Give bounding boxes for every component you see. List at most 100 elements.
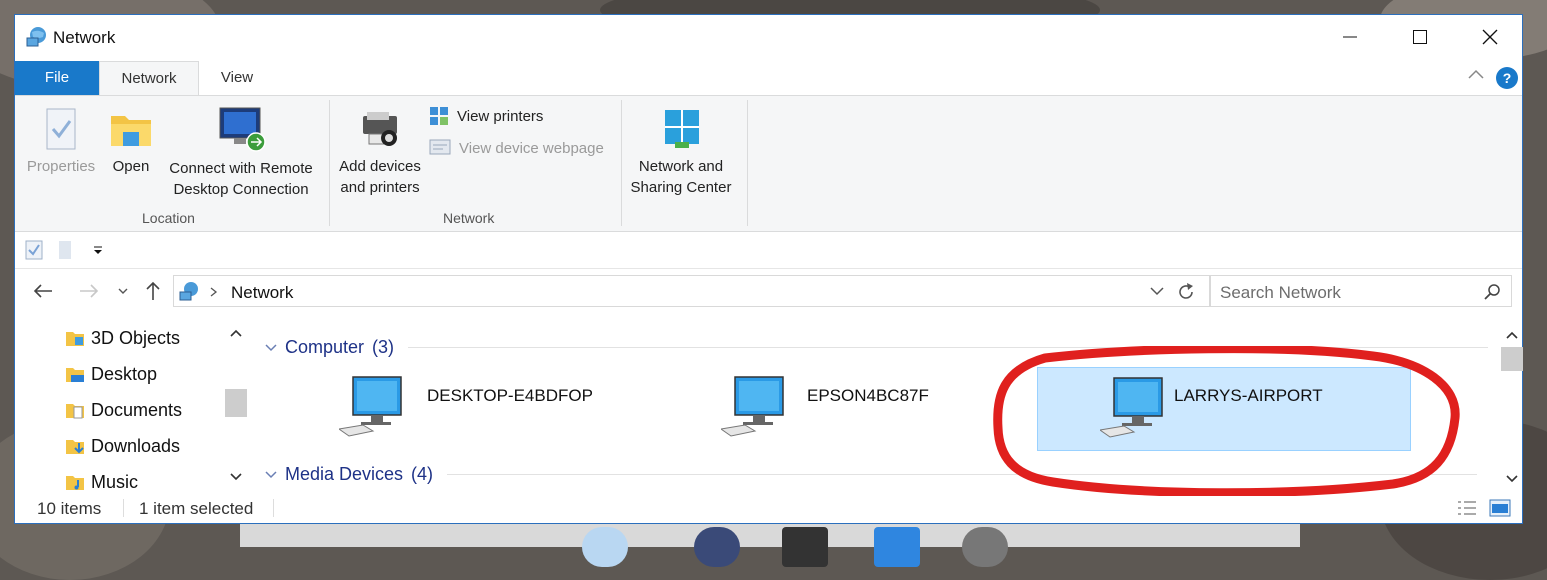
group-separator — [621, 100, 622, 226]
title-bar[interactable]: Network — [15, 15, 1522, 61]
breadcrumb-chevron-icon[interactable] — [210, 287, 218, 297]
content-pane: Computer (3) DESKTOP-E4BDFOP EPSON4BC87F… — [251, 319, 1501, 493]
gear-icon[interactable] — [962, 527, 1008, 567]
nav-item-label: Downloads — [91, 435, 181, 456]
remote-desktop-button[interactable]: Connect with Remote Desktop Connection — [165, 106, 317, 200]
recent-locations-icon[interactable] — [118, 288, 128, 295]
up-arrow-icon[interactable] — [145, 281, 161, 301]
network-group-label: Network — [443, 210, 495, 226]
remote-desktop-icon — [219, 107, 266, 152]
network-sharing-center-button[interactable]: Network and Sharing Center — [625, 108, 737, 198]
content-scrollbar[interactable] — [1501, 319, 1523, 493]
wifi-settings-icon[interactable] — [874, 527, 920, 567]
nav-item-desktop[interactable]: Desktop — [65, 359, 157, 389]
downloads-folder-icon — [66, 440, 84, 454]
add-devices-button[interactable]: Add devices and printers — [335, 110, 425, 198]
add-devices-line1: Add devices — [339, 158, 421, 175]
qat-customize-icon[interactable] — [93, 245, 103, 255]
remote-label-line1: Connect with Remote — [169, 160, 313, 177]
details-view-icon[interactable] — [1457, 499, 1477, 517]
group-name: Media Devices — [285, 464, 404, 484]
nav-item-downloads[interactable]: Downloads — [65, 431, 180, 461]
minimize-button[interactable] — [1315, 15, 1385, 59]
wifi-icon[interactable] — [582, 527, 628, 567]
status-bar: 10 items 1 item selected — [15, 493, 1522, 523]
nav-item-3d-objects[interactable]: 3D Objects — [65, 323, 180, 353]
content-scroll-thumb[interactable] — [1501, 347, 1523, 371]
status-separator — [273, 499, 274, 517]
group-header-media-devices[interactable]: Media Devices (4) — [265, 464, 1478, 485]
selection-count: 1 item selected — [139, 499, 254, 518]
printer-camera-icon — [363, 112, 397, 146]
group-count: (3) — [372, 337, 395, 357]
qat-properties-icon[interactable] — [25, 240, 43, 260]
scroll-down-icon[interactable] — [230, 473, 242, 481]
close-icon — [1482, 29, 1498, 45]
maximize-button[interactable] — [1385, 15, 1455, 59]
group-count: (4) — [411, 464, 434, 484]
computer-icon — [1100, 377, 1163, 438]
tab-network[interactable]: Network — [99, 61, 199, 95]
view-printers-button[interactable]: View printers — [429, 106, 543, 126]
nav-scrollbar[interactable] — [225, 319, 247, 491]
address-bar[interactable]: Network — [173, 275, 1211, 307]
quick-access-toolbar — [15, 232, 1522, 269]
breadcrumb-network[interactable]: Network — [231, 283, 293, 303]
3d-objects-folder-icon — [66, 332, 84, 346]
printers-icon — [430, 107, 448, 125]
scroll-up-icon[interactable] — [1506, 331, 1518, 339]
group-separator — [329, 100, 330, 226]
scroll-down-icon[interactable] — [1506, 475, 1518, 483]
tab-file[interactable]: File — [15, 61, 99, 95]
chevron-down-icon — [265, 343, 277, 351]
globe-icon[interactable] — [694, 527, 740, 567]
search-icon[interactable] — [1484, 284, 1500, 300]
scroll-up-icon[interactable] — [230, 329, 242, 337]
desktop-folder-icon — [66, 368, 84, 382]
open-label: Open — [112, 158, 150, 175]
explorer-window: Network File Network View ? Properties O… — [14, 14, 1523, 524]
window-title: Network — [53, 28, 116, 47]
computer-item-selected[interactable]: LARRYS-AIRPORT — [1037, 367, 1411, 451]
location-group-label: Location — [142, 210, 195, 226]
navigation-pane: 3D Objects Desktop Documents Downloads M… — [15, 319, 251, 493]
printer-icon[interactable] — [782, 527, 828, 567]
add-devices-line2: and printers — [340, 179, 420, 196]
view-device-webpage-label: View device webpage — [459, 139, 604, 157]
network-globe-icon — [179, 282, 198, 301]
tab-view[interactable]: View — [205, 61, 269, 95]
group-divider — [447, 474, 1478, 475]
status-separator — [123, 499, 124, 517]
address-dropdown-icon[interactable] — [1150, 287, 1164, 296]
device-webpage-icon — [429, 139, 451, 155]
nav-item-label: 3D Objects — [91, 327, 181, 348]
group-separator — [747, 100, 748, 226]
computer-name: DESKTOP-E4BDFOP — [427, 386, 593, 405]
refresh-icon[interactable] — [1176, 282, 1196, 302]
forward-arrow-icon[interactable] — [79, 283, 99, 299]
view-device-webpage-button[interactable]: View device webpage — [429, 138, 604, 158]
remote-label-line2: Desktop Connection — [173, 181, 309, 198]
collapse-ribbon-icon[interactable] — [1468, 69, 1484, 79]
close-button[interactable] — [1455, 15, 1525, 59]
nav-scroll-thumb[interactable] — [225, 389, 247, 417]
properties-icon — [46, 108, 76, 150]
help-button[interactable]: ? — [1496, 67, 1518, 89]
group-header-computer[interactable]: Computer (3) — [265, 337, 1489, 358]
view-printers-label: View printers — [457, 107, 544, 125]
large-icons-view-icon[interactable] — [1489, 499, 1511, 517]
maximize-icon — [1413, 30, 1427, 44]
back-arrow-icon[interactable] — [33, 283, 53, 299]
properties-button[interactable]: Properties — [25, 108, 97, 177]
computer-item[interactable]: DESKTOP-E4BDFOP — [337, 367, 711, 451]
ribbon: Properties Open Connect with Remote Desk… — [15, 95, 1522, 232]
computer-icon — [721, 376, 784, 437]
search-placeholder: Search Network — [1220, 283, 1341, 302]
computer-name: EPSON4BC87F — [807, 386, 929, 405]
search-input[interactable]: Search Network — [1209, 275, 1512, 307]
nav-item-documents[interactable]: Documents — [65, 395, 182, 425]
open-button[interactable]: Open — [107, 108, 155, 177]
ribbon-tabs: File Network View — [15, 61, 1522, 95]
qat-new-folder-icon[interactable] — [57, 240, 73, 260]
nav-item-label: Music — [91, 471, 139, 492]
